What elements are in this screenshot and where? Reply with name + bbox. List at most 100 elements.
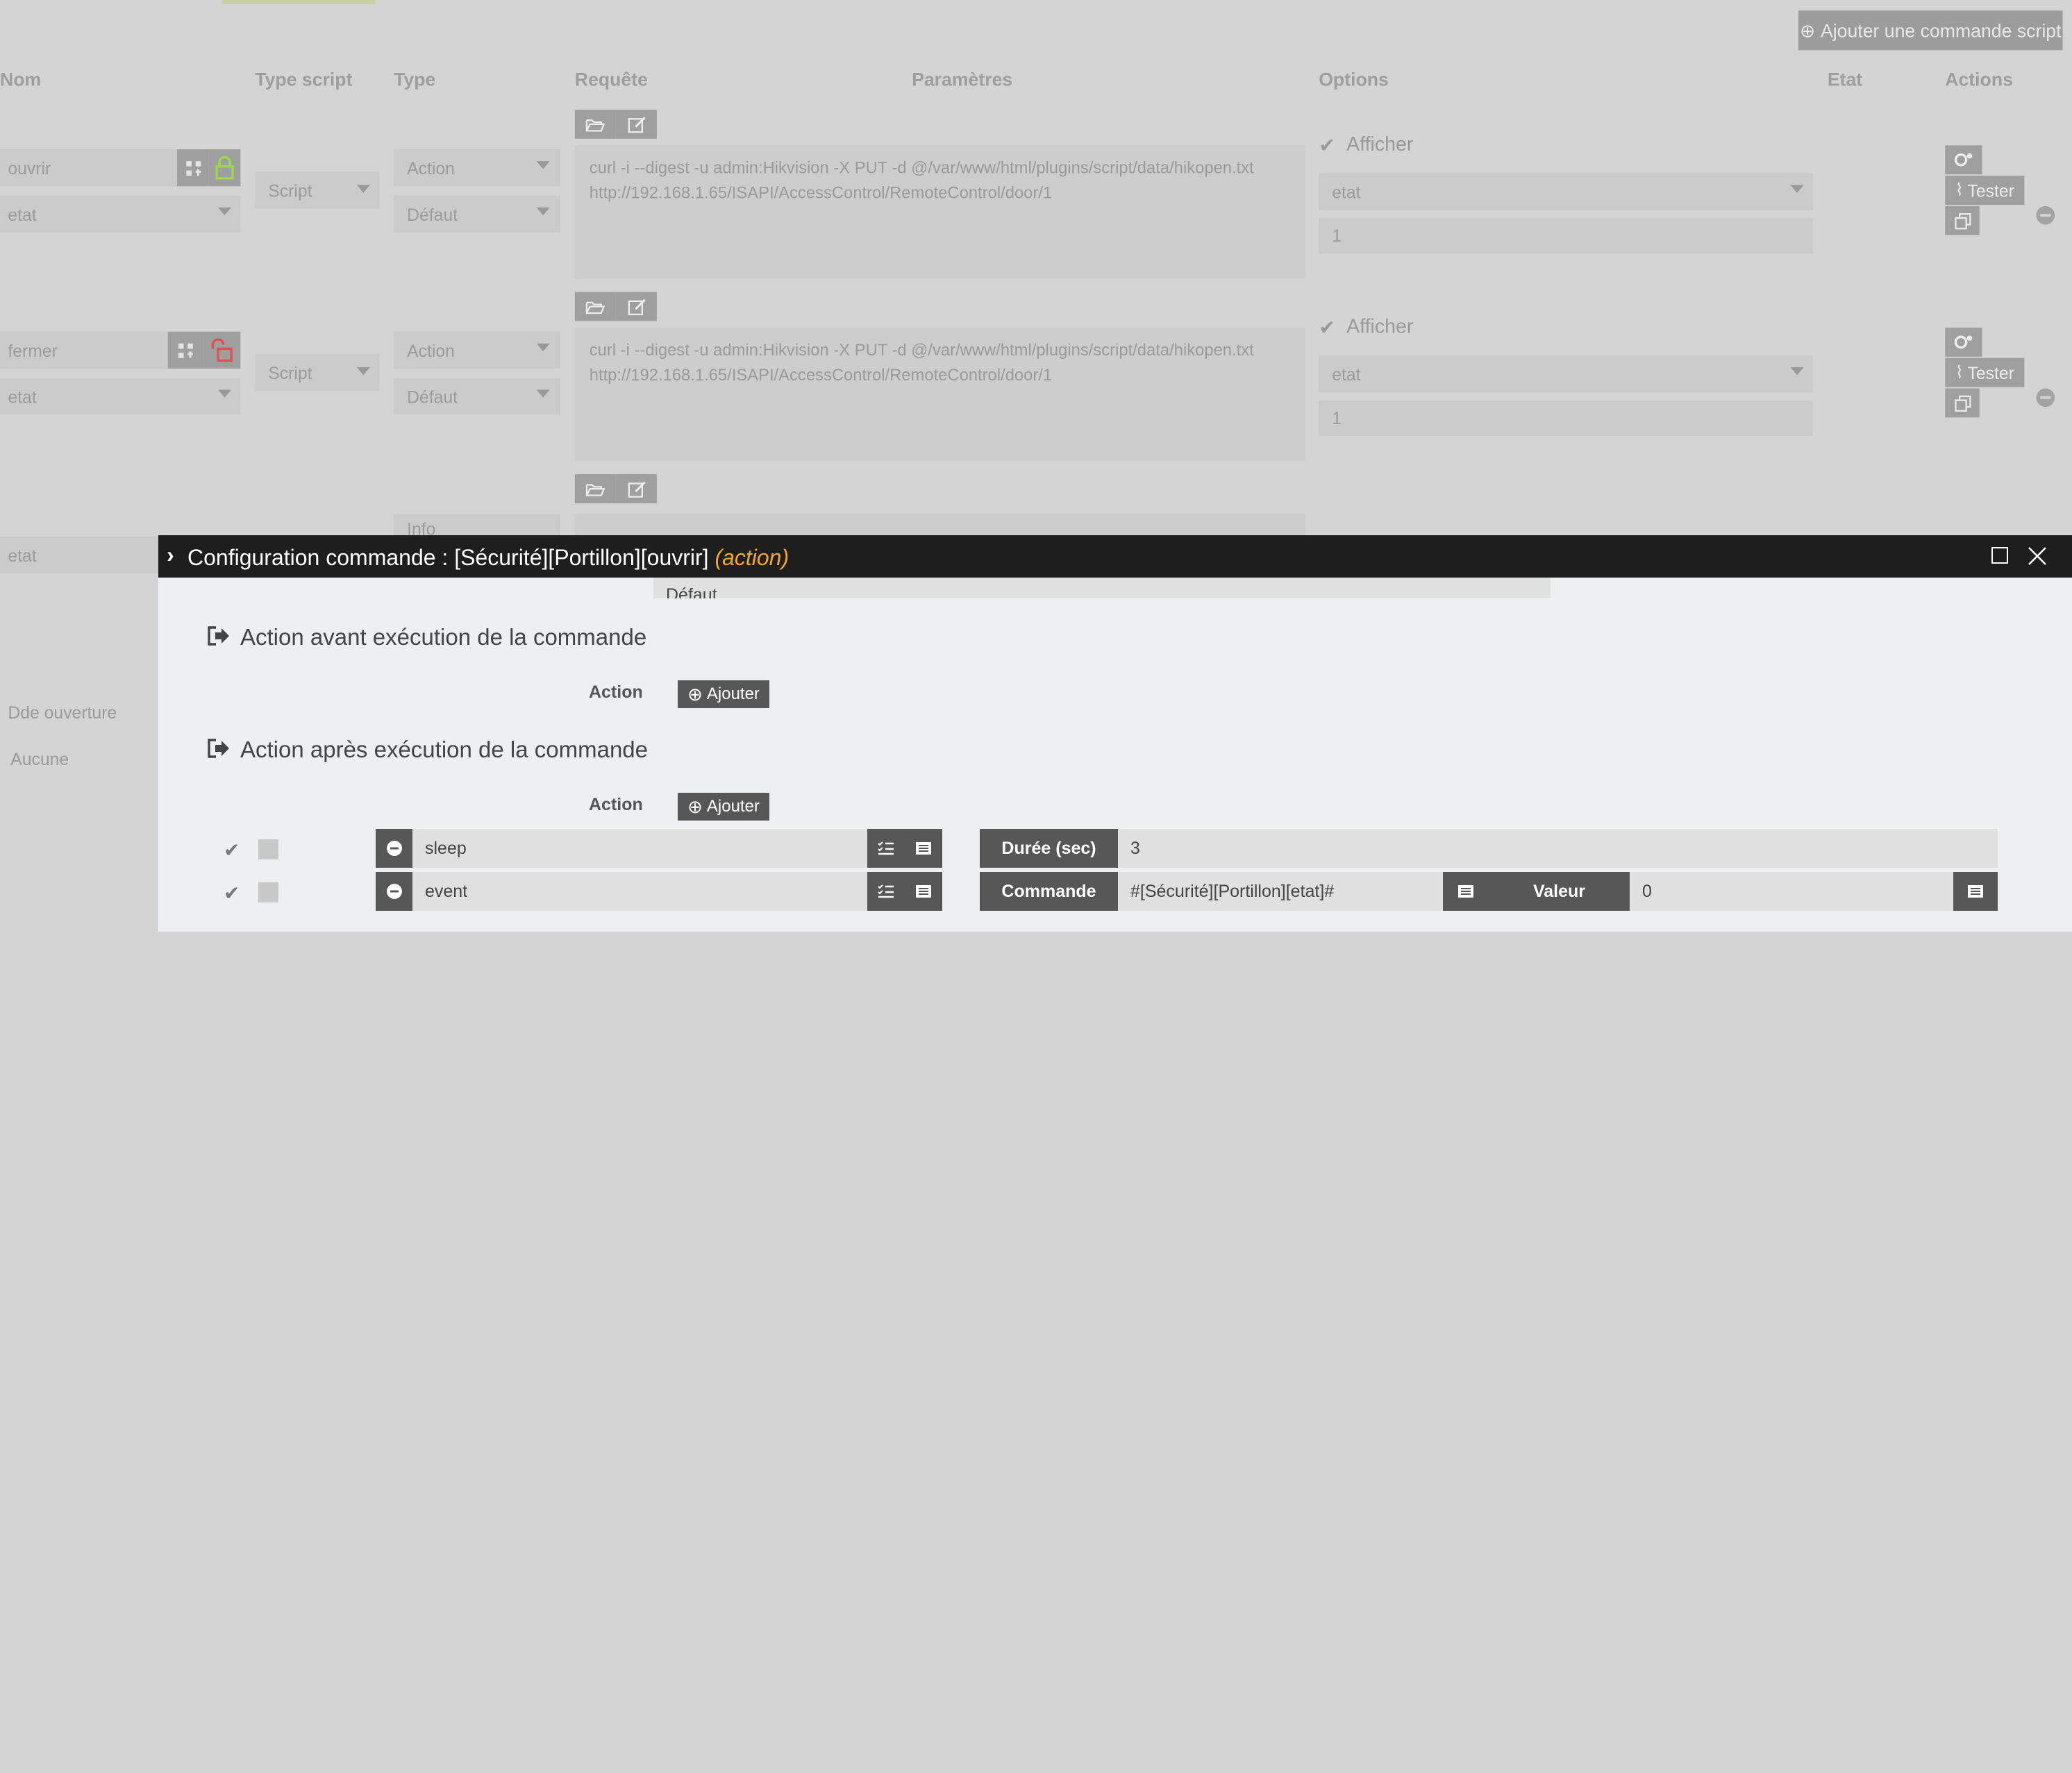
remove-command-icon[interactable]	[2036, 388, 2055, 407]
type-select[interactable]: Action	[394, 331, 560, 369]
checkbox-checked-icon[interactable]: ✔	[1319, 316, 1335, 339]
select-info-command-button[interactable]	[1443, 872, 1489, 911]
open-file-button[interactable]	[574, 109, 616, 139]
remove-command-icon[interactable]	[2036, 205, 2055, 225]
list-alt-icon	[916, 842, 931, 855]
enable-checkbox[interactable]: ✔	[224, 882, 240, 905]
background-checkbox[interactable]	[258, 839, 278, 859]
action-after-label: Action	[589, 795, 643, 814]
tasks-icon	[878, 884, 894, 898]
type-select[interactable]: Info	[394, 514, 560, 537]
chevron-down-icon	[1790, 185, 1804, 193]
request-textarea[interactable]: curl -i --digest -u admin:Hikvision -X P…	[574, 145, 1306, 279]
rss-icon: ⌇	[1955, 362, 1964, 382]
icons-grid-icon	[185, 160, 201, 176]
chevron-down-icon	[536, 207, 550, 216]
command-name-input[interactable]: ouvrir	[0, 149, 178, 187]
checkbox-checked-icon[interactable]: ✔	[1319, 133, 1335, 157]
command-subname-select[interactable]: etat	[0, 378, 241, 415]
list-alt-icon	[916, 885, 931, 898]
edit-request-button[interactable]	[615, 292, 657, 321]
assign-icon-button[interactable]	[177, 149, 209, 187]
param-label-duree: Durée (sec)	[980, 829, 1118, 868]
subtype-select[interactable]: Défaut	[394, 378, 560, 415]
option-select[interactable]: etat	[1319, 173, 1813, 210]
add-script-command-button[interactable]: ⊕ Ajouter une commande script	[1798, 10, 2063, 51]
gears-icon	[1954, 153, 1973, 167]
add-action-after-button[interactable]: ⊕ Ajouter	[678, 793, 769, 821]
advanced-config-button[interactable]	[1945, 327, 1982, 357]
background-checkbox[interactable]	[258, 882, 278, 902]
edit-request-button[interactable]	[615, 474, 657, 504]
chevron-down-icon	[536, 161, 550, 169]
unlock-red-icon	[211, 338, 233, 362]
plus-circle-icon: ⊕	[1800, 19, 1816, 41]
edit-request-button[interactable]	[615, 109, 657, 139]
tasks-icon	[878, 841, 894, 855]
copy-icon	[1954, 212, 1971, 229]
type-select[interactable]: Action	[394, 149, 560, 187]
action-command-input[interactable]: sleep	[412, 829, 867, 868]
select-command-button[interactable]	[905, 829, 942, 868]
close-icon[interactable]	[2028, 546, 2047, 566]
chevron-down-icon	[356, 367, 370, 376]
edit-icon	[627, 298, 645, 315]
plus-circle-icon: ⊕	[687, 796, 703, 817]
chevron-down-icon	[217, 207, 232, 216]
command-subname-select[interactable]: etat	[0, 195, 241, 233]
option-select[interactable]: etat	[1319, 355, 1813, 393]
action-command-input[interactable]: event	[412, 872, 867, 911]
sign-out-icon	[208, 626, 229, 646]
select-command-button[interactable]	[905, 872, 942, 911]
advanced-config-button[interactable]	[1945, 145, 1982, 175]
tester-button[interactable]: ⌇ Tester	[1945, 358, 2025, 387]
command-name-input[interactable]: etat	[0, 536, 159, 573]
folder-open-icon	[585, 483, 605, 496]
duree-input[interactable]: 3	[1118, 829, 1998, 868]
partial-field[interactable]: Défaut	[653, 578, 1551, 598]
minus-circle-icon	[386, 884, 402, 899]
chevron-down-icon	[536, 343, 550, 352]
afficher-label: Afficher	[1346, 315, 1414, 339]
duplicate-button[interactable]	[1945, 388, 1980, 418]
commande-input[interactable]: #[Sécurité][Portillon][etat]#	[1118, 872, 1443, 911]
icons-grid-icon	[178, 342, 193, 358]
assign-icon-button[interactable]	[167, 331, 204, 369]
list-alt-icon	[1968, 885, 1983, 898]
select-action-button[interactable]	[867, 872, 905, 911]
plus-circle-icon: ⊕	[687, 683, 703, 705]
list-alt-icon	[1458, 885, 1473, 898]
request-textarea[interactable]: curl -i --digest -u admin:Hikvision -X P…	[574, 327, 1306, 462]
request-textarea[interactable]	[574, 514, 1306, 537]
valeur-input[interactable]: 0	[1630, 872, 1953, 911]
action-before-label: Action	[589, 682, 643, 702]
command-name-input[interactable]: fermer	[0, 331, 168, 369]
subtype-select[interactable]: Défaut	[394, 195, 560, 233]
rss-icon: ⌇	[1955, 179, 1964, 200]
sign-out-icon	[208, 739, 229, 758]
lock-state-button[interactable]	[208, 149, 241, 187]
column-requete: Requête	[574, 68, 648, 90]
column-nom: Nom	[0, 68, 42, 90]
section-after-title: Action après exécution de la commande	[240, 737, 649, 762]
chevron-right-icon: ›	[167, 542, 174, 567]
lock-state-button[interactable]	[203, 331, 241, 369]
select-value-button[interactable]	[1953, 872, 1998, 911]
gears-icon	[1954, 335, 1973, 349]
remove-action-button[interactable]	[376, 829, 412, 868]
modal-titlebar[interactable]: › Configuration commande : [Sécurité][Po…	[158, 535, 2072, 578]
open-file-button[interactable]	[574, 292, 616, 321]
add-action-before-button[interactable]: ⊕ Ajouter	[678, 680, 769, 708]
option-value-input[interactable]: 1	[1319, 400, 1813, 436]
tester-button[interactable]: ⌇ Tester	[1945, 176, 2025, 205]
remove-action-button[interactable]	[376, 872, 412, 911]
select-action-button[interactable]	[867, 829, 905, 868]
chevron-down-icon	[1790, 367, 1804, 376]
enable-checkbox[interactable]: ✔	[224, 839, 240, 862]
option-value-input[interactable]: 1	[1319, 217, 1813, 254]
open-file-button[interactable]	[574, 474, 616, 504]
command-config-modal: › Configuration commande : [Sécurité][Po…	[158, 535, 2072, 932]
duplicate-button[interactable]	[1945, 205, 1980, 235]
command-subname-label: Aucune	[10, 749, 69, 769]
maximize-icon[interactable]	[1991, 547, 2008, 564]
